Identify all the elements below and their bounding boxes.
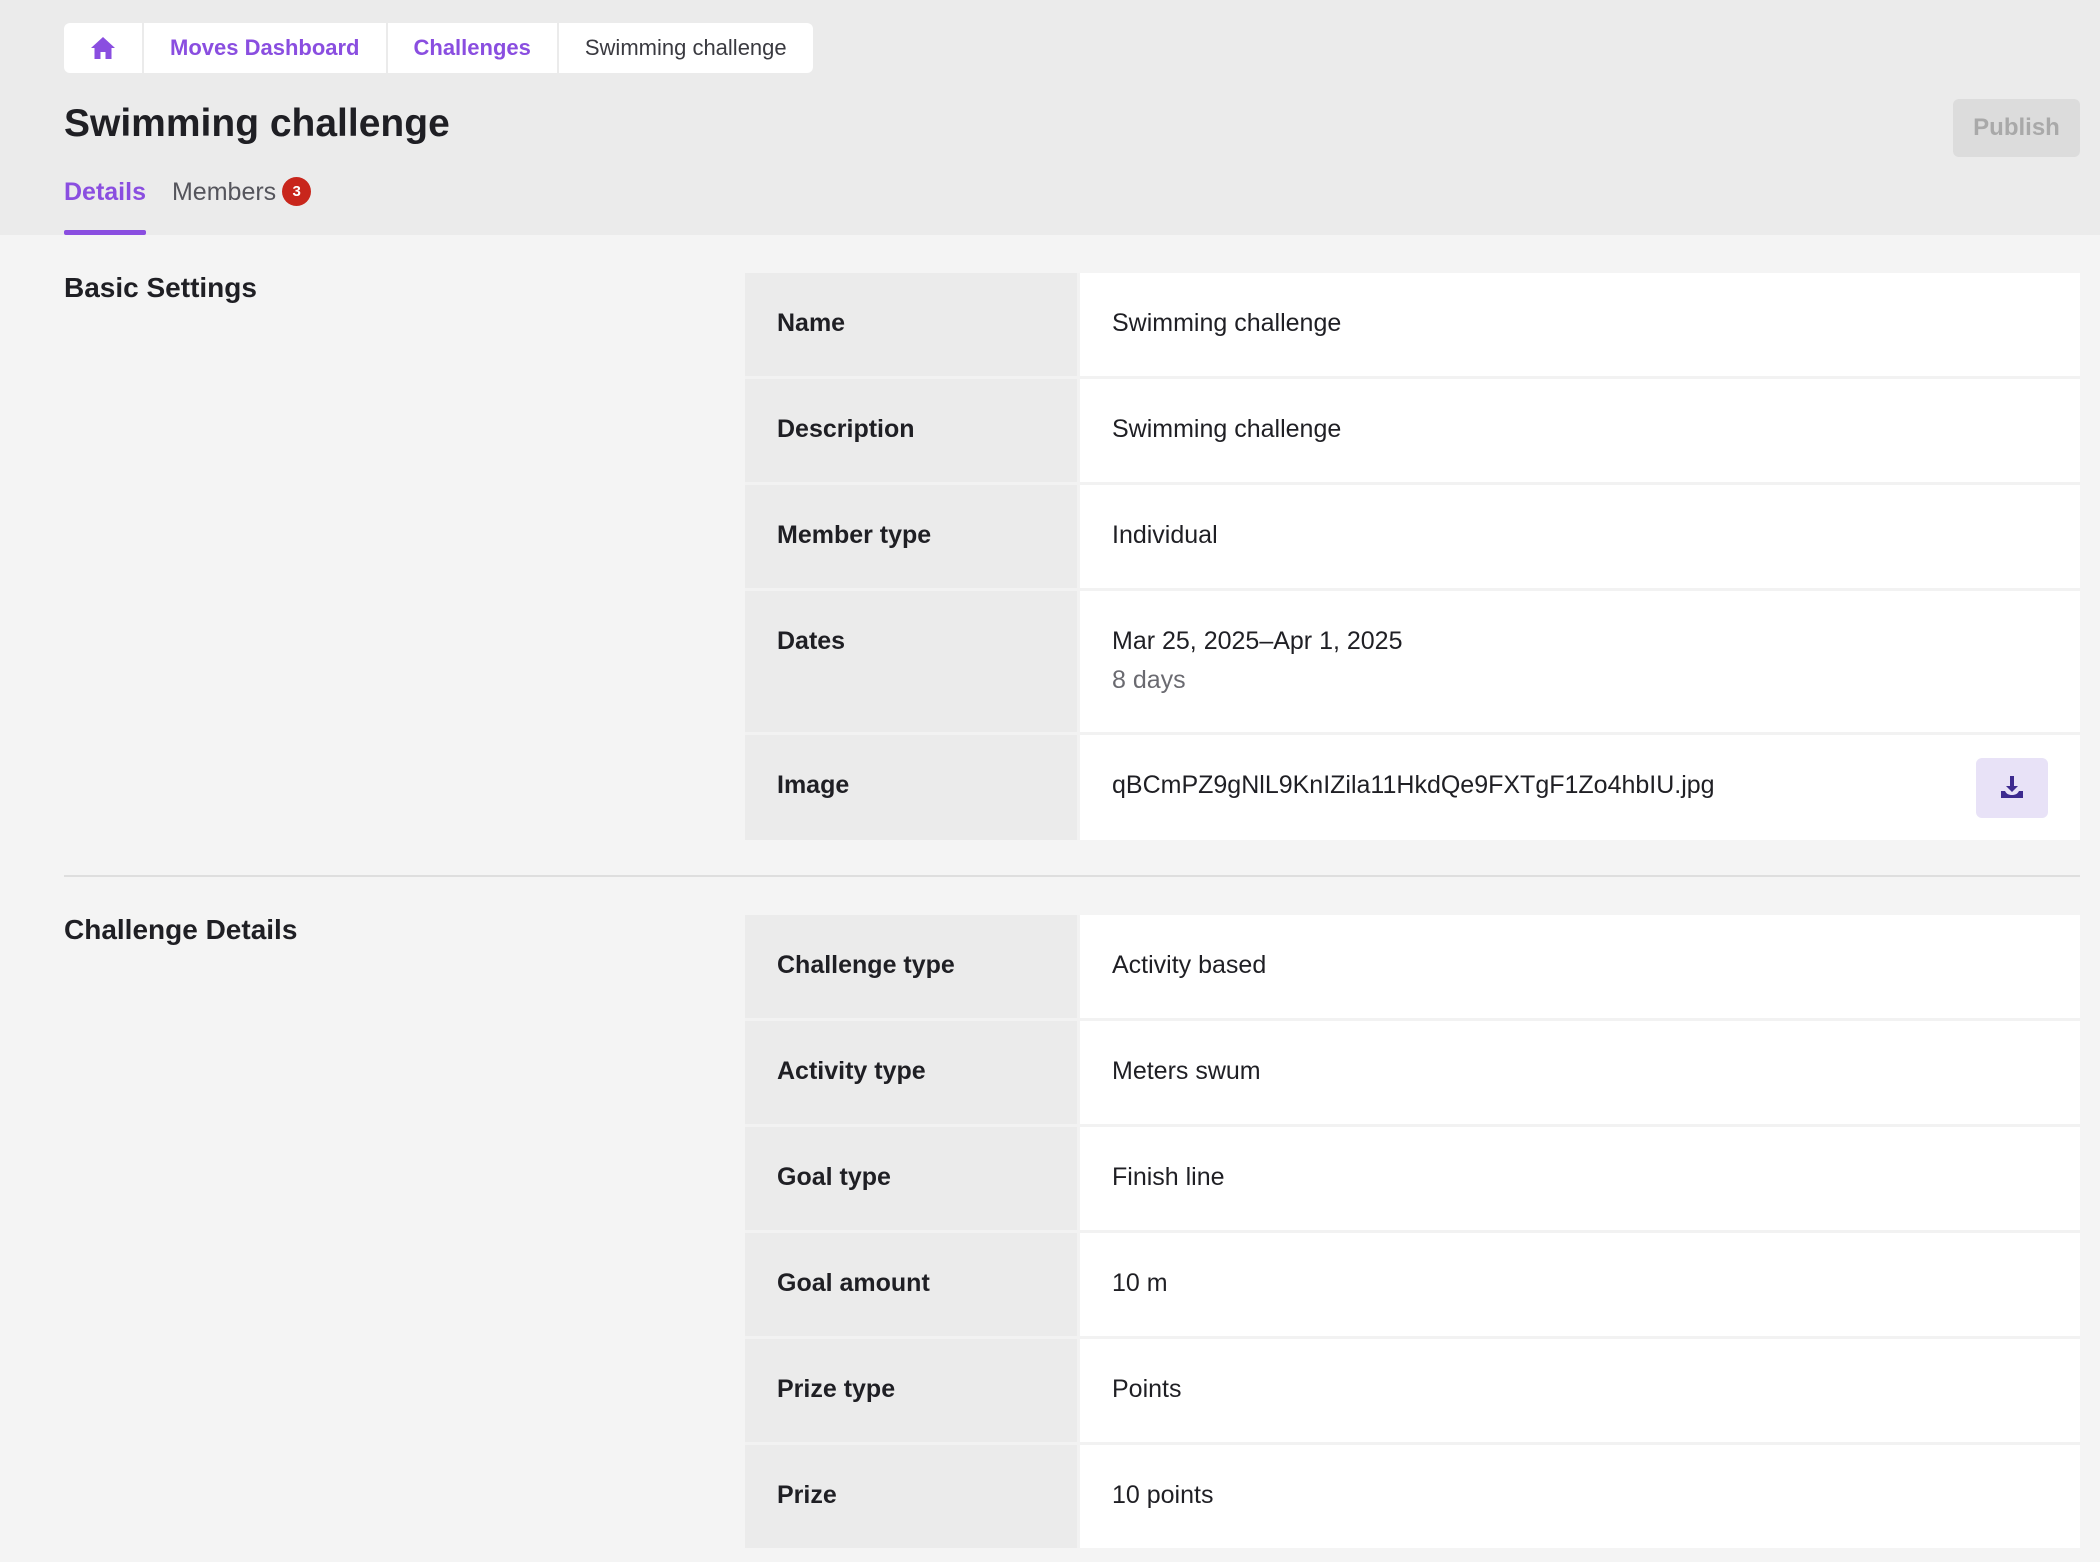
breadcrumb-moves-dashboard[interactable]: Moves Dashboard bbox=[142, 23, 386, 73]
image-cell: qBCmPZ9gNlL9KnIZila11HkdQe9FXTgF1Zo4hbIU… bbox=[1080, 735, 2080, 840]
goal-amount-value: 10 m bbox=[1080, 1233, 2080, 1336]
table-row: Prize 10 points bbox=[745, 1445, 2080, 1548]
prize-type-value: Points bbox=[1080, 1339, 2080, 1442]
name-label: Name bbox=[745, 273, 1080, 376]
prize-type-label: Prize type bbox=[745, 1339, 1080, 1442]
table-row: Image qBCmPZ9gNlL9KnIZila11HkdQe9FXTgF1Z… bbox=[745, 735, 2080, 840]
table-row: Activity type Meters swum bbox=[745, 1021, 2080, 1127]
table-row: Prize type Points bbox=[745, 1339, 2080, 1445]
table-row: Name Swimming challenge bbox=[745, 273, 2080, 379]
activity-type-label: Activity type bbox=[745, 1021, 1080, 1124]
basic-settings-title: Basic Settings bbox=[64, 272, 257, 303]
prize-value: 10 points bbox=[1080, 1445, 2080, 1548]
challenge-type-label: Challenge type bbox=[745, 915, 1080, 1018]
image-label: Image bbox=[745, 735, 1080, 840]
goal-type-value: Finish line bbox=[1080, 1127, 2080, 1230]
tab-bar: Details Members 3 bbox=[64, 177, 312, 235]
members-count-badge: 3 bbox=[282, 177, 312, 206]
basic-settings-table: Name Swimming challenge Description Swim… bbox=[745, 273, 2080, 840]
description-value: Swimming challenge bbox=[1080, 379, 2080, 482]
breadcrumb-challenges[interactable]: Challenges bbox=[385, 23, 557, 73]
table-row: Dates Mar 25, 2025–Apr 1, 2025 8 days bbox=[745, 591, 2080, 735]
home-icon bbox=[90, 36, 116, 60]
activity-type-value: Meters swum bbox=[1080, 1021, 2080, 1124]
goal-amount-label: Goal amount bbox=[745, 1233, 1080, 1336]
table-row: Goal amount 10 m bbox=[745, 1233, 2080, 1339]
page-header: Moves Dashboard Challenges Swimming chal… bbox=[0, 0, 2100, 235]
tab-members[interactable]: Members 3 bbox=[171, 177, 312, 235]
member-type-label: Member type bbox=[745, 485, 1080, 588]
download-image-button[interactable] bbox=[1976, 758, 2048, 818]
description-label: Description bbox=[745, 379, 1080, 482]
dates-value: Mar 25, 2025–Apr 1, 2025 bbox=[1112, 627, 1403, 655]
page-title: Swimming challenge bbox=[64, 102, 450, 145]
image-filename: qBCmPZ9gNlL9KnIZila11HkdQe9FXTgF1Zo4hbIU… bbox=[1112, 771, 1715, 799]
name-value: Swimming challenge bbox=[1080, 273, 2080, 376]
breadcrumb-current: Swimming challenge bbox=[556, 23, 813, 73]
challenge-type-value: Activity based bbox=[1080, 915, 2080, 1018]
goal-type-label: Goal type bbox=[745, 1127, 1080, 1230]
dates-duration: 8 days bbox=[1112, 666, 1186, 694]
section-divider bbox=[64, 875, 2080, 877]
dates-label: Dates bbox=[745, 591, 1080, 732]
tab-members-label: Members bbox=[171, 178, 277, 206]
table-row: Goal type Finish line bbox=[745, 1127, 2080, 1233]
tab-details[interactable]: Details bbox=[64, 178, 146, 235]
publish-button[interactable]: Publish bbox=[1953, 99, 2080, 157]
prize-label: Prize bbox=[745, 1445, 1080, 1548]
table-row: Challenge type Activity based bbox=[745, 915, 2080, 1021]
dates-cell: Mar 25, 2025–Apr 1, 2025 8 days bbox=[1080, 591, 2080, 732]
table-row: Description Swimming challenge bbox=[745, 379, 2080, 485]
tab-details-label: Details bbox=[64, 178, 146, 206]
breadcrumb-home[interactable] bbox=[64, 23, 142, 73]
table-row: Member type Individual bbox=[745, 485, 2080, 591]
challenge-details-table: Challenge type Activity based Activity t… bbox=[745, 915, 2080, 1548]
member-type-value: Individual bbox=[1080, 485, 2080, 588]
breadcrumb: Moves Dashboard Challenges Swimming chal… bbox=[64, 23, 813, 73]
challenge-details-title: Challenge Details bbox=[64, 914, 298, 945]
download-icon bbox=[1999, 774, 2025, 803]
